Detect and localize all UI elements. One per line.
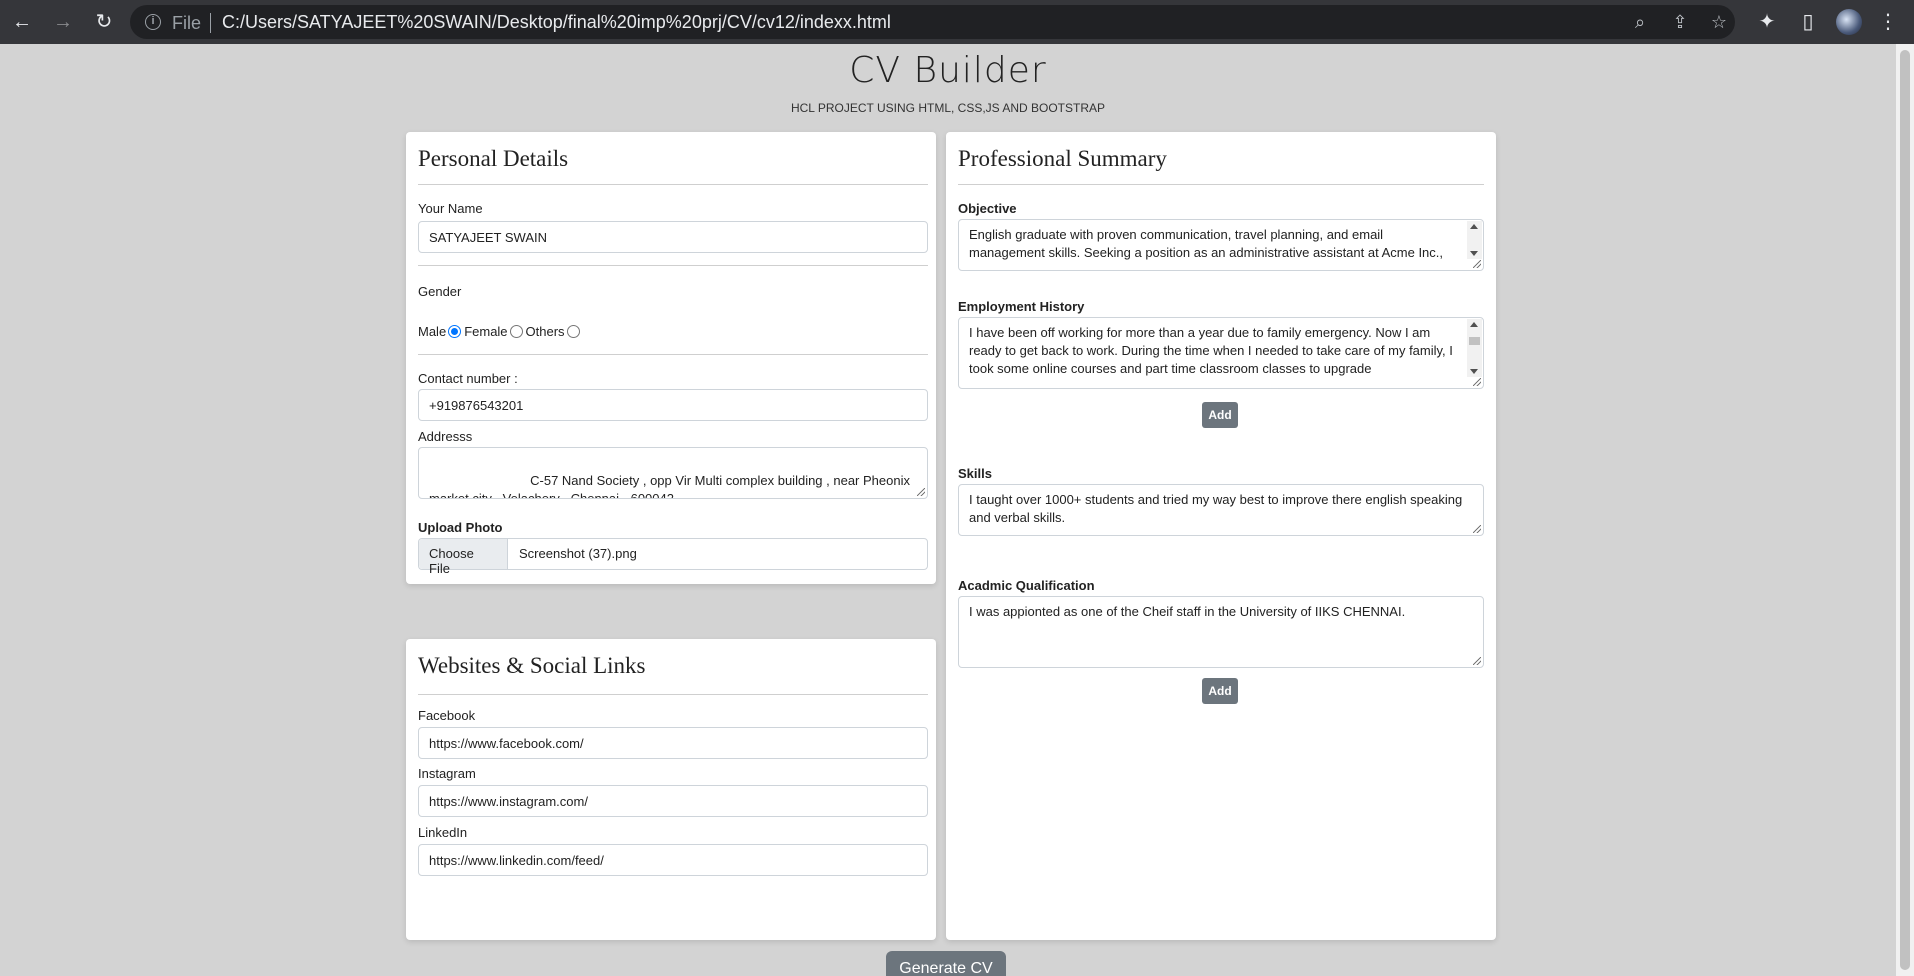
instagram-label: Instagram — [418, 766, 476, 781]
gender-options: Male Female Others — [418, 324, 583, 339]
contact-input[interactable]: +919876543201 — [418, 389, 928, 421]
back-icon[interactable]: ← — [10, 10, 34, 34]
qualification-label: Acadmic Qualification — [958, 578, 1095, 593]
employment-scrollbar[interactable] — [1467, 319, 1482, 377]
gender-others-label: Others — [525, 324, 565, 339]
employment-history-textarea[interactable]: I have been off working for more than a … — [958, 317, 1484, 389]
address-text: C-57 Nand Society , opp Vir Multi comple… — [429, 473, 914, 499]
professional-summary-card: Professional Summary Objective English g… — [946, 132, 1496, 940]
choose-file-button[interactable]: Choose File — [419, 539, 508, 576]
photo-file-input[interactable]: Choose File Screenshot (37).png — [418, 538, 928, 576]
zoom-icon[interactable]: ⌕ — [1629, 12, 1651, 33]
gender-others-radio[interactable] — [566, 325, 580, 338]
contact-label: Contact number : — [418, 371, 518, 386]
generate-cv-button[interactable]: Generate CV — [886, 951, 1006, 976]
scroll-down-icon[interactable] — [1470, 369, 1478, 374]
file-name: Screenshot (37).png — [519, 546, 637, 561]
side-panel-icon[interactable]: ▯ — [1796, 10, 1820, 34]
scroll-down-icon[interactable] — [1470, 251, 1478, 256]
info-icon[interactable]: i — [145, 14, 161, 30]
address-textarea[interactable]: C-57 Nand Society , opp Vir Multi comple… — [418, 447, 928, 499]
professional-summary-heading: Professional Summary — [958, 146, 1167, 171]
separator — [210, 13, 211, 33]
objective-scrollbar[interactable] — [1467, 221, 1482, 259]
menu-icon[interactable]: ⋮ — [1876, 10, 1900, 34]
star-icon[interactable]: ☆ — [1708, 12, 1730, 33]
social-links-heading: Websites & Social Links — [418, 653, 646, 678]
scrollbar-thumb[interactable] — [1900, 50, 1910, 970]
divider — [958, 184, 1484, 185]
resize-handle[interactable] — [1473, 657, 1481, 665]
resize-handle[interactable] — [917, 488, 925, 496]
page-title: CV Builder — [849, 50, 1047, 91]
profile-avatar[interactable] — [1836, 9, 1862, 35]
page-scrollbar[interactable] — [1896, 44, 1914, 976]
upload-photo-label: Upload Photo — [418, 520, 503, 535]
share-icon[interactable]: ⇪ — [1669, 12, 1691, 33]
resize-handle[interactable] — [1473, 525, 1481, 533]
divider — [418, 265, 928, 266]
objective-text: English graduate with proven communicati… — [969, 227, 1444, 260]
page: CV Builder HCL PROJECT USING HTML, CSS,J… — [0, 44, 1896, 976]
gender-male-radio[interactable] — [448, 325, 462, 338]
address-bar[interactable]: i File C:/Users/SATYAJEET%20SWAIN/Deskto… — [130, 5, 1735, 39]
forward-icon[interactable]: → — [51, 10, 75, 34]
objective-label: Objective — [958, 201, 1017, 216]
add-employment-button[interactable]: Add — [1202, 402, 1238, 428]
gender-label: Gender — [418, 284, 462, 299]
personal-details-heading: Personal Details — [418, 146, 569, 171]
resize-handle[interactable] — [1473, 260, 1481, 268]
divider — [418, 184, 928, 185]
name-input[interactable]: SATYAJEET SWAIN — [418, 221, 928, 253]
linkedin-label: LinkedIn — [418, 825, 468, 840]
employment-history-label: Employment History — [958, 299, 1085, 314]
qualification-text: I was appionted as one of the Cheif staf… — [969, 604, 1406, 619]
skills-label: Skills — [958, 466, 992, 481]
resize-handle[interactable] — [1473, 378, 1481, 386]
skills-textarea[interactable]: I taught over 1000+ students and tried m… — [958, 484, 1484, 536]
scroll-up-icon[interactable] — [1470, 322, 1478, 327]
url-text[interactable]: C:/Users/SATYAJEET%20SWAIN/Desktop/final… — [222, 12, 891, 33]
scroll-up-icon[interactable] — [1470, 224, 1478, 229]
gender-female-label: Female — [464, 324, 508, 339]
personal-details-card: Personal Details Your Name SATYAJEET SWA… — [406, 132, 936, 584]
social-links-card: Websites & Social Links Facebook https:/… — [406, 639, 936, 940]
name-label: Your Name — [418, 201, 483, 216]
employment-history-text: I have been off working for more than a … — [969, 325, 1453, 376]
extensions-icon[interactable]: ✦ — [1755, 10, 1779, 34]
skills-text: I taught over 1000+ students and tried m… — [969, 492, 1463, 525]
objective-textarea[interactable]: English graduate with proven communicati… — [958, 219, 1484, 271]
page-subtitle: HCL PROJECT USING HTML, CSS,JS AND BOOTS… — [790, 101, 1106, 115]
linkedin-input[interactable]: https://www.linkedin.com/feed/ — [418, 844, 928, 876]
facebook-input[interactable]: https://www.facebook.com/ — [418, 727, 928, 759]
gender-male-label: Male — [418, 324, 447, 339]
reload-icon[interactable]: ↻ — [92, 10, 116, 34]
browser-toolbar: ← → ↻ i File C:/Users/SATYAJEET%20SWAIN/… — [0, 0, 1914, 44]
instagram-input[interactable]: https://www.instagram.com/ — [418, 785, 928, 817]
add-qualification-button[interactable]: Add — [1202, 678, 1238, 704]
divider — [418, 694, 928, 695]
facebook-label: Facebook — [418, 708, 476, 723]
scroll-thumb[interactable] — [1469, 337, 1480, 345]
qualification-textarea[interactable]: I was appionted as one of the Cheif staf… — [958, 596, 1484, 668]
address-label: Addresss — [418, 429, 473, 444]
divider — [418, 354, 928, 355]
gender-female-radio[interactable] — [509, 325, 523, 338]
file-label: File — [172, 13, 202, 33]
